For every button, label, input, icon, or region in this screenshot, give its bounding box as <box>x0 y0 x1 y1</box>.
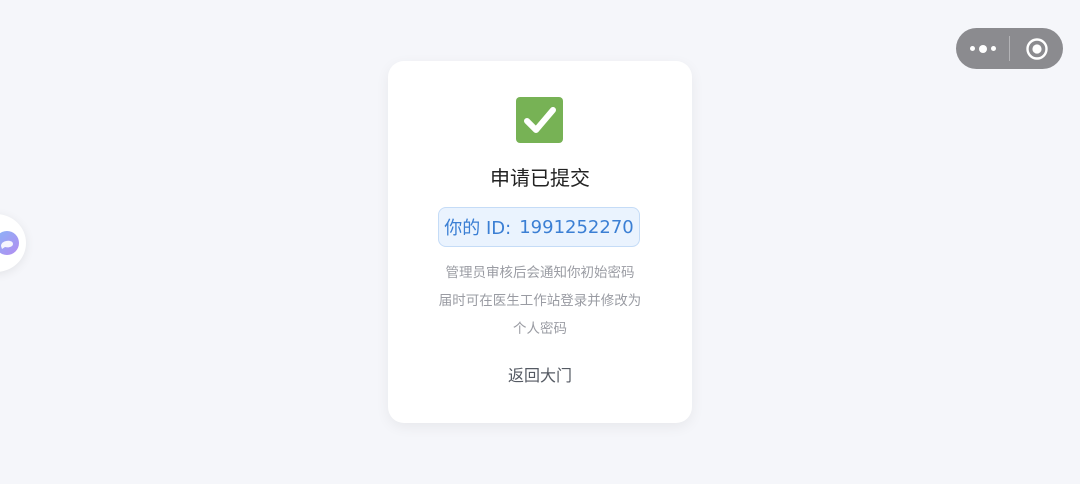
more-dots-icon <box>990 46 996 51</box>
page-title: 申请已提交 <box>490 166 590 190</box>
check-mark-icon <box>516 97 563 143</box>
notice-line: 个人密码 <box>513 321 567 337</box>
notice-text: 管理员审核后会通知你初始密码 届时可在医生工作站登录并修改为 个人密码 <box>388 259 692 343</box>
back-to-lobby-link[interactable]: 返回大门 <box>388 364 692 388</box>
notice-line: 届时可在医生工作站登录并修改为 <box>438 293 642 309</box>
id-label: 你的 ID: <box>444 218 512 239</box>
chat-bubble-icon <box>0 231 19 255</box>
assistant-float-button[interactable] <box>0 214 26 272</box>
close-miniprogram-button[interactable] <box>1010 28 1063 69</box>
record-circle-icon <box>1025 37 1048 60</box>
capsule-menu <box>956 28 1063 69</box>
submission-card: 申请已提交 你的 ID: 1991252270 管理员审核后会通知你初始密码 届… <box>388 61 692 423</box>
user-id-badge: 你的 ID: 1991252270 <box>438 207 640 247</box>
more-dots-icon <box>978 44 987 53</box>
id-value: 1991252270 <box>519 216 634 238</box>
more-dots-icon <box>969 46 975 51</box>
notice-line: 管理员审核后会通知你初始密码 <box>445 265 635 281</box>
more-button[interactable] <box>956 28 1009 69</box>
